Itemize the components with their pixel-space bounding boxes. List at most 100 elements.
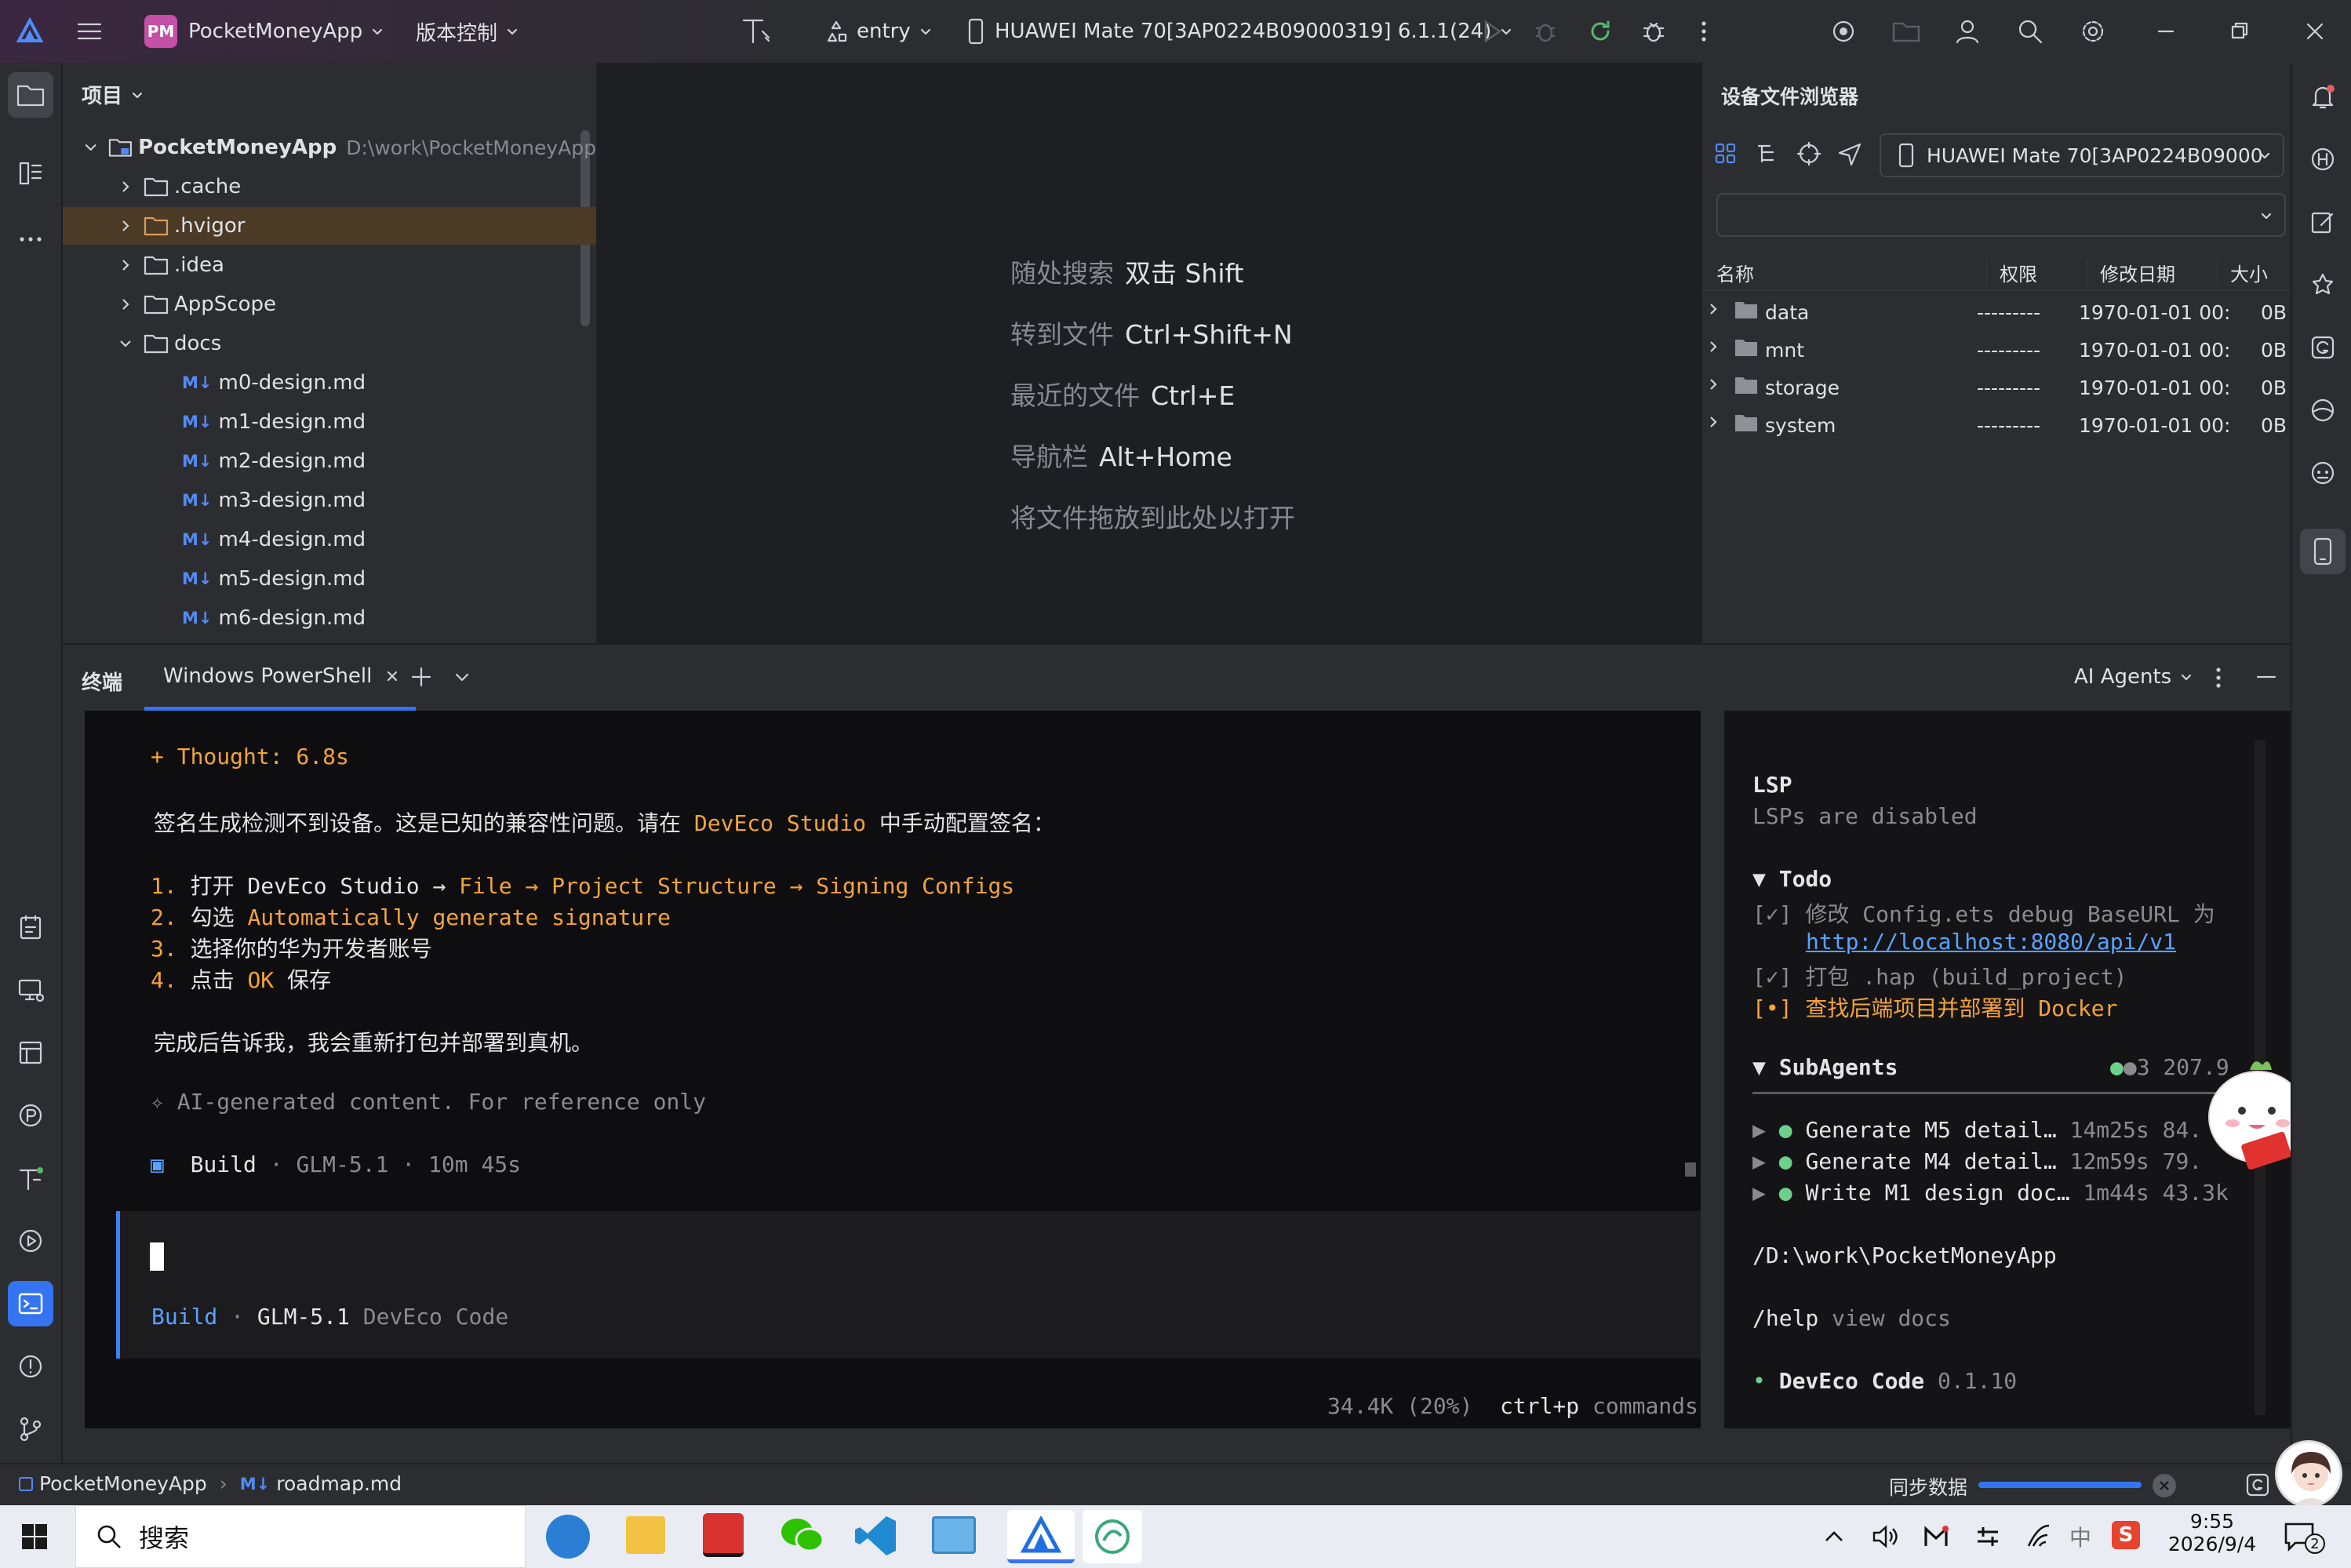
taskbar-app-bird-icon[interactable] <box>546 1515 590 1559</box>
vcs-menu[interactable]: 版本控制 <box>416 0 519 63</box>
device-manager-icon[interactable] <box>1829 0 1858 63</box>
tree-folder-row[interactable]: docs <box>63 325 596 362</box>
todo-link[interactable]: http://localhost:8080/api/v1 <box>1806 929 2176 955</box>
close-icon[interactable] <box>2303 0 2327 63</box>
copilot-g-icon[interactable] <box>2245 1472 2270 1497</box>
grid-view-icon[interactable] <box>1712 140 1740 168</box>
notifications-bell-icon[interactable] <box>2300 74 2346 119</box>
subagent-row[interactable]: ▶ ● Generate M5 detail… 14m25s 84. <box>1752 1117 2202 1143</box>
git-tool-icon[interactable] <box>8 1406 53 1452</box>
debug-icon[interactable] <box>1531 0 1559 63</box>
more-actions-icon[interactable] <box>1696 0 1712 63</box>
volume-icon[interactable] <box>1870 1523 1898 1551</box>
cancel-sync-icon[interactable] <box>2153 1474 2176 1497</box>
device-file-row[interactable]: storage --------- 1970-01-01 00: 0B <box>1702 369 2292 406</box>
taskbar-wechat-icon[interactable] <box>778 1515 825 1557</box>
taskbar-search-box[interactable]: 搜索 <box>75 1505 526 1568</box>
breadcrumb-file[interactable]: roadmap.md <box>276 1472 402 1495</box>
device-file-browser-tool-icon[interactable] <box>2300 529 2346 574</box>
terminal-options-icon[interactable] <box>2211 664 2226 692</box>
device-file-row[interactable]: mnt --------- 1970-01-01 00: 0B <box>1702 331 2292 369</box>
tab-dropdown-chevron-icon[interactable] <box>452 667 472 687</box>
search-icon[interactable] <box>2016 0 2044 63</box>
run-tool-icon[interactable] <box>8 1218 53 1264</box>
tree-view-icon[interactable] <box>1754 140 1782 168</box>
tree-file-row[interactable]: M↓ m5-design.md <box>63 560 596 598</box>
hide-panel-icon[interactable] <box>2255 665 2278 689</box>
subagents-title[interactable]: ▼ SubAgents <box>1752 1054 1898 1080</box>
windows-start-icon[interactable] <box>20 1523 49 1551</box>
prompt-input-box[interactable]: Build · GLM-5.1 DevEco Code <box>116 1211 1701 1359</box>
settings-gear-icon[interactable] <box>2079 0 2107 63</box>
taskbar-vscode-icon[interactable] <box>853 1513 899 1559</box>
run-icon[interactable] <box>1478 0 1506 63</box>
taskbar-ev-app-icon[interactable] <box>1083 1510 1142 1563</box>
col-permission[interactable]: 权限 <box>1986 259 2037 286</box>
new-tab-plus-icon[interactable] <box>408 664 435 690</box>
attach-debugger-icon[interactable] <box>1640 0 1668 63</box>
breadcrumb-project[interactable]: PocketMoneyApp <box>39 1472 207 1495</box>
tree-folder-row[interactable]: .idea <box>63 246 596 284</box>
harmony-h-icon[interactable] <box>2300 136 2346 182</box>
taskbar-file-explorer-icon[interactable] <box>626 1516 665 1554</box>
subagent-row[interactable]: ▶ ● Generate M4 detail… 12m59s 79. <box>1752 1148 2202 1174</box>
tab-windows-powershell[interactable]: Windows PowerShell <box>144 645 417 711</box>
apply-changes-icon[interactable] <box>1586 0 1614 63</box>
device-file-row[interactable]: data --------- 1970-01-01 00: 0B <box>1702 293 2292 331</box>
tree-folder-row[interactable]: .hvigor <box>63 207 596 245</box>
taskbar-intellij-icon[interactable] <box>703 1513 744 1557</box>
run-config-selector[interactable]: entry <box>824 0 933 63</box>
tree-folder-row[interactable]: .cache <box>63 168 596 206</box>
account-icon[interactable] <box>1953 0 1982 63</box>
restore-icon[interactable] <box>2228 0 2251 63</box>
wifi-icon[interactable] <box>2024 1523 2052 1551</box>
input-method-icon[interactable]: 中 <box>2069 1521 2091 1552</box>
more-tools-icon[interactable] <box>8 216 53 262</box>
clock[interactable]: 9:55 2026/9/4 <box>2165 1510 2259 1555</box>
taskbar-remote-desktop-icon[interactable] <box>932 1516 976 1554</box>
problems-tool-icon[interactable] <box>8 1344 53 1389</box>
taskbar-deveco-icon[interactable] <box>1007 1510 1075 1563</box>
tree-file-row[interactable]: M↓ m4-design.md <box>63 521 596 558</box>
ai-agents-menu[interactable]: AI Agents <box>2074 665 2193 689</box>
tree-folder-row[interactable]: AppScope <box>63 286 596 323</box>
tree-file-row[interactable]: M↓ m3-design.md <box>63 482 596 519</box>
todo-title[interactable]: ▼ Todo <box>1752 866 1832 892</box>
col-modified[interactable]: 修改日期 <box>2087 259 2175 286</box>
device-monitor-icon[interactable] <box>8 967 53 1013</box>
device-browser-device-select[interactable]: HUAWEI Mate 70[3AP0224B09000 <box>1880 133 2284 177</box>
tray-chevron-up-icon[interactable] <box>1823 1527 1845 1546</box>
tree-file-row[interactable]: M↓ m6-design.md <box>63 599 596 637</box>
send-icon[interactable] <box>1836 140 1864 168</box>
text-tool-icon[interactable] <box>739 0 773 63</box>
main-menu-icon[interactable] <box>75 0 104 63</box>
close-tab-icon[interactable] <box>384 668 400 684</box>
tree-file-row[interactable]: M↓ m2-design.md <box>63 442 596 480</box>
build-tool-icon[interactable] <box>8 1155 53 1201</box>
minimize-icon[interactable] <box>2154 0 2178 63</box>
notification-center-icon[interactable]: 2 <box>2283 1519 2325 1554</box>
app-logo-icon[interactable] <box>14 0 45 63</box>
plugins-icon[interactable] <box>2300 262 2346 307</box>
sogou-s-icon[interactable]: S <box>2112 1521 2140 1549</box>
col-name[interactable]: 名称 <box>1716 259 1754 286</box>
tree-root-row[interactable]: PocketMoneyApp D:\work\PocketMoneyApp <box>63 129 596 166</box>
subagent-row[interactable]: ▶ ● Write M1 design doc… 1m44s 43.3k <box>1752 1180 2229 1206</box>
device-file-row[interactable]: system --------- 1970-01-01 00: 0B <box>1702 406 2292 444</box>
structure-tool-icon[interactable] <box>8 151 53 196</box>
project-tool-folder-icon[interactable] <box>8 72 53 118</box>
todo-tool-icon[interactable] <box>8 904 53 950</box>
avatar[interactable] <box>2275 1440 2342 1508</box>
edit-note-icon[interactable] <box>2300 199 2346 245</box>
mail-m-icon[interactable] <box>1922 1523 1950 1551</box>
locate-icon[interactable] <box>1795 140 1823 168</box>
tray-tool-icon[interactable] <box>1974 1523 2002 1551</box>
terminal-tool-icon[interactable] <box>8 1281 53 1326</box>
project-switcher[interactable]: PM PocketMoneyApp <box>144 0 384 63</box>
layout-inspector-icon[interactable] <box>8 1030 53 1075</box>
tree-file-row[interactable]: M↓ m0-design.md <box>63 364 596 402</box>
profiler-icon[interactable] <box>8 1093 53 1138</box>
terminal-output[interactable]: + Thought: 6.8s 签名生成检测不到设备。这是已知的兼容性问题。请在… <box>85 711 1701 1428</box>
device-browser-path-select[interactable] <box>1716 193 2286 237</box>
gradle-g-icon[interactable] <box>2300 325 2346 370</box>
